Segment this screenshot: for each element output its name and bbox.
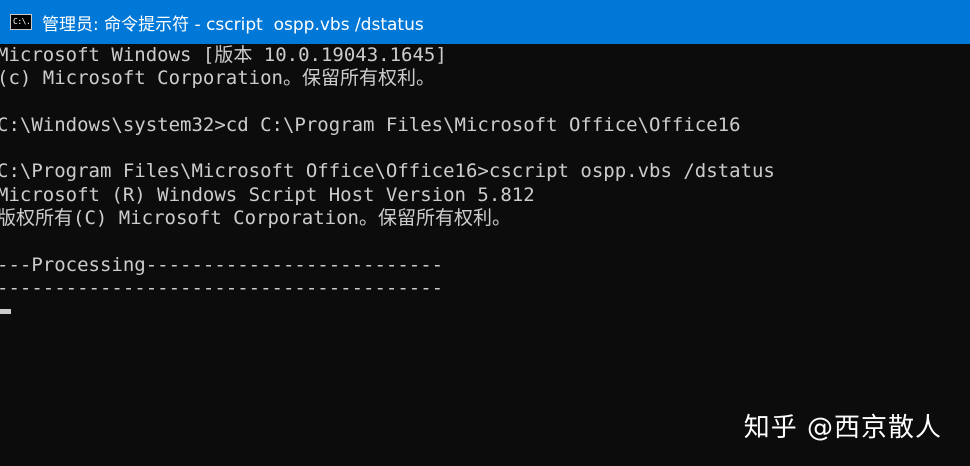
console-output[interactable]: Microsoft Windows [版本 10.0.19043.1645] (…: [0, 44, 970, 466]
text-cursor: [0, 309, 11, 315]
window-title: 管理员: 命令提示符 - cscript ospp.vbs /dstatus: [42, 14, 424, 35]
cursor-line: [0, 300, 970, 323]
console-line: (c) Microsoft Corporation。保留所有权利。: [0, 67, 435, 90]
console-line: C:\Program Files\Microsoft Office\Office…: [0, 160, 775, 183]
title-bar[interactable]: C:\. 管理员: 命令提示符 - cscript ospp.vbs /dsta…: [0, 0, 970, 44]
zhihu-watermark: 知乎 @西京散人: [743, 413, 942, 443]
console-line: 版权所有(C) Microsoft Corporation。保留所有权利。: [0, 207, 511, 230]
console-line: C:\Windows\system32>cd C:\Program Files\…: [0, 113, 741, 136]
command-prompt-window: C:\. 管理员: 命令提示符 - cscript ospp.vbs /dsta…: [0, 0, 970, 466]
console-line: Microsoft (R) Windows Script Host Versio…: [0, 183, 535, 206]
console-line: ---------------------------------------: [0, 276, 444, 299]
cmd-icon: C:\.: [10, 14, 32, 30]
console-line: Microsoft Windows [版本 10.0.19043.1645]: [0, 44, 447, 66]
console-line: ---Processing--------------------------: [0, 253, 444, 276]
